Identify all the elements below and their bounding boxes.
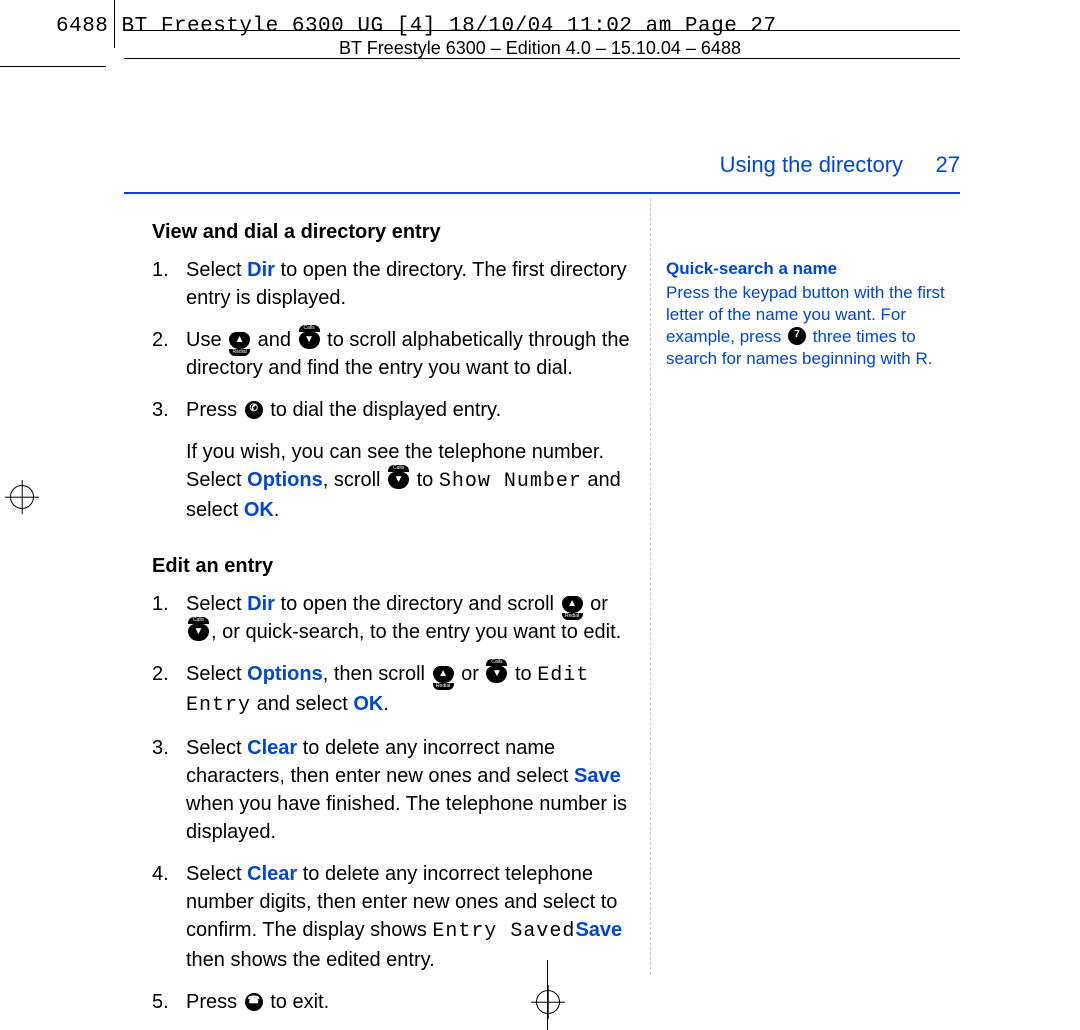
softkey: Dir — [247, 593, 275, 615]
key-icon — [245, 993, 263, 1011]
page-number: 27 — [936, 152, 960, 178]
heading-view-dial: View and dial a directory entry — [152, 218, 637, 246]
key-icon — [562, 596, 583, 613]
step: Select Clear to delete any incorrect nam… — [152, 734, 637, 846]
main-column: View and dial a directory entry Select D… — [152, 218, 637, 1030]
page-header: Using the directory 27 — [720, 152, 960, 178]
key-icon — [188, 624, 209, 641]
reg-left — [10, 485, 34, 509]
softkey: Save — [575, 919, 622, 941]
softkey: Options — [247, 469, 323, 491]
key-icon — [299, 332, 320, 349]
view-dial-note: If you wish, you can see the telephone n… — [152, 438, 637, 524]
step: Select Dir to open the directory. The fi… — [152, 256, 637, 312]
key-icon — [486, 666, 507, 683]
step: Press to exit. — [152, 988, 637, 1016]
softkey: Save — [574, 765, 621, 787]
column-divider — [650, 198, 651, 975]
key-icon — [433, 666, 454, 683]
softkey: Clear — [247, 737, 297, 759]
print-slug: 6488 BT Freestyle 6300 UG [4] 18/10/04 1… — [56, 15, 777, 38]
rule-top — [124, 30, 960, 31]
softkey: Options — [247, 663, 323, 685]
softkey: Dir — [247, 259, 275, 281]
key-icon — [388, 472, 409, 489]
running-header: BT Freestyle 6300 – Edition 4.0 – 15.10.… — [0, 38, 1080, 59]
key-7-icon — [788, 327, 806, 345]
edit-entry-steps: Select Dir to open the directory and scr… — [152, 590, 637, 1016]
crop-left-v — [114, 0, 115, 48]
step: Press to dial the displayed entry. — [152, 396, 637, 424]
step: Select Dir to open the directory and scr… — [152, 590, 637, 646]
sidebar-heading: Quick-search a name — [666, 258, 960, 280]
softkey: OK — [244, 499, 274, 521]
sidebar-tip: Quick-search a name Press the keypad but… — [666, 258, 960, 370]
lcd-text: Show Number — [439, 470, 582, 493]
sidebar-body: Press the keypad button with the first l… — [666, 282, 960, 370]
softkey: Clear — [247, 863, 297, 885]
softkey: OK — [353, 693, 383, 715]
crop-left-h — [0, 66, 106, 67]
key-icon — [245, 401, 263, 419]
lcd-text: Entry Saved — [432, 920, 575, 943]
heading-edit-entry: Edit an entry — [152, 552, 637, 580]
section-title: Using the directory — [720, 152, 903, 178]
step: Select Clear to delete any incorrect tel… — [152, 860, 637, 974]
key-icon — [229, 332, 250, 349]
view-dial-steps: Select Dir to open the directory. The fi… — [152, 256, 637, 424]
header-rule — [124, 192, 960, 194]
step: Select Options, then scroll or to Edit E… — [152, 660, 637, 720]
step: Use and to scroll alphabetically through… — [152, 326, 637, 382]
